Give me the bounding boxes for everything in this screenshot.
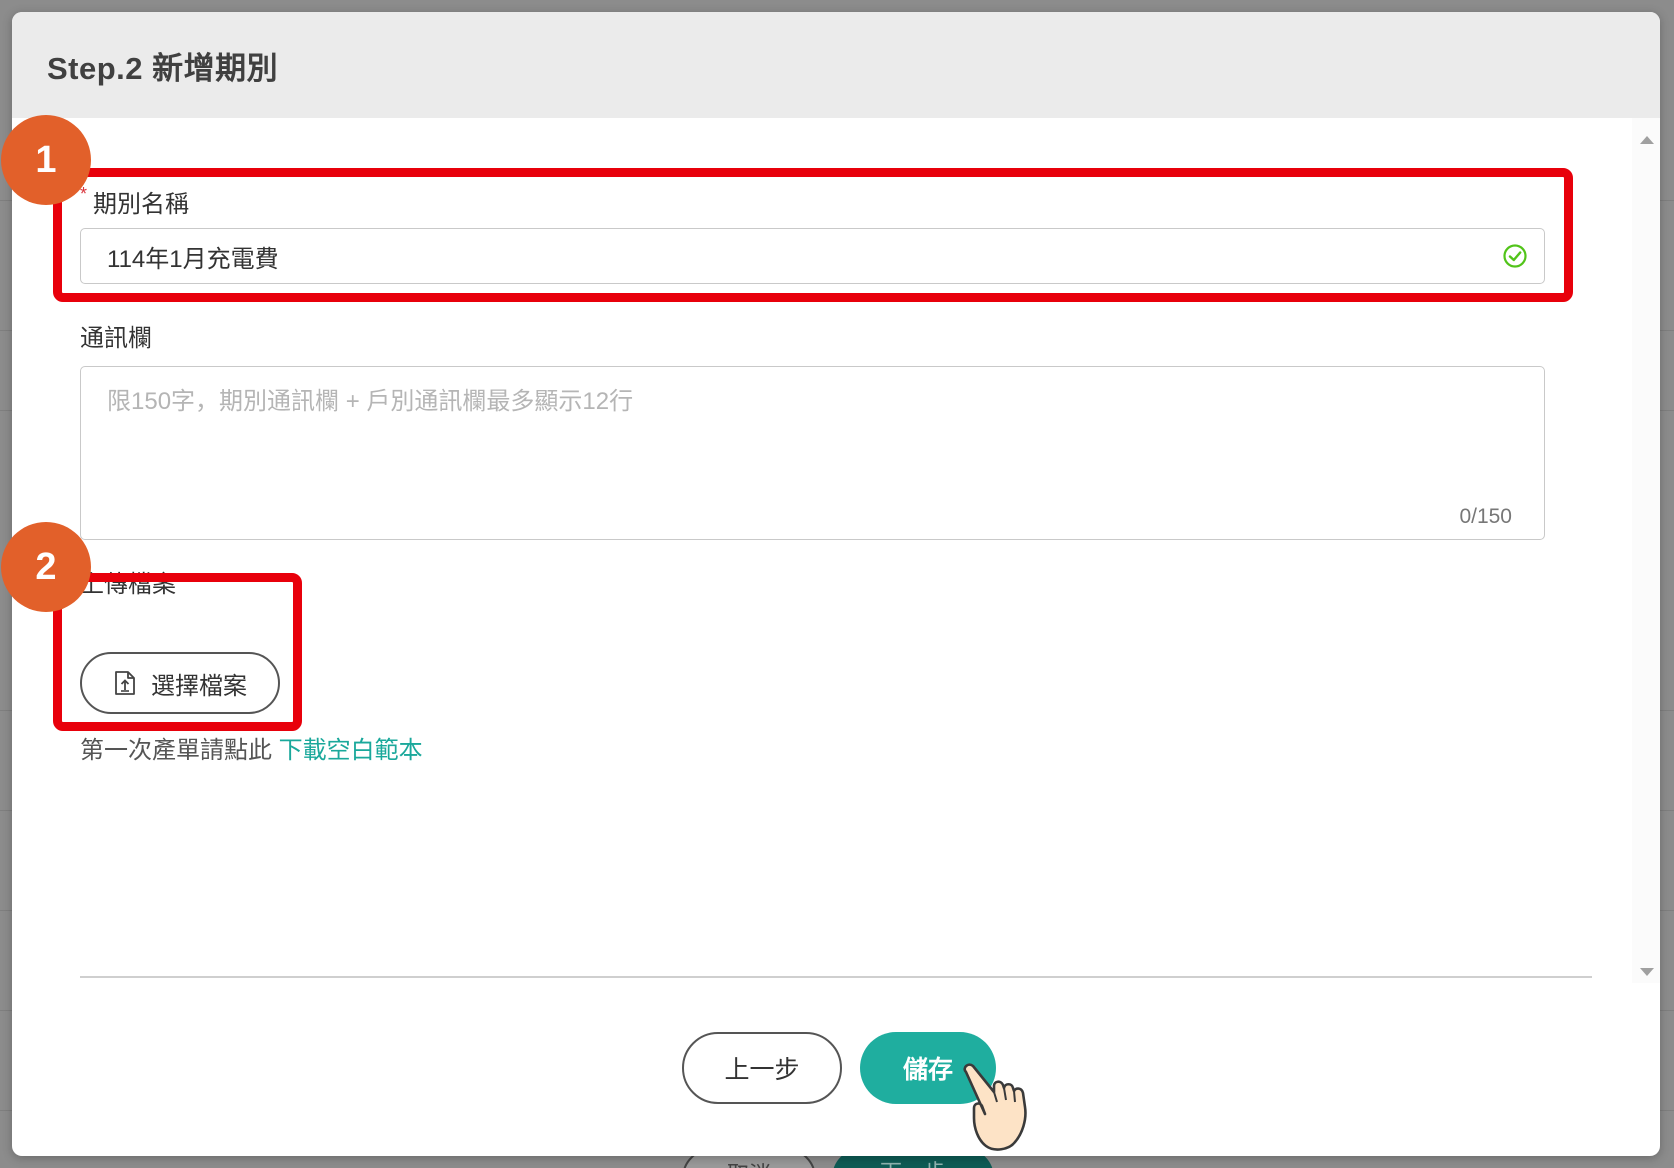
highlight-box-period-name (53, 168, 1573, 302)
modal-scrollbar[interactable] (1632, 118, 1660, 983)
modal-title: Step.2 新增期別 (47, 50, 279, 86)
pointing-hand-cursor-icon (963, 1063, 1027, 1151)
message-placeholder: 限150字，期別通訊欄 + 戶別通訊欄最多顯示12行 (107, 388, 634, 415)
scroll-up-arrow-icon[interactable] (1640, 136, 1654, 144)
character-counter: 0/150 (1459, 505, 1512, 528)
step-badge-1: 1 (1, 115, 91, 205)
template-hint-text: 第一次產單請點此 (80, 737, 279, 764)
scroll-down-arrow-icon[interactable] (1640, 968, 1654, 976)
footer-divider (80, 976, 1592, 978)
previous-step-button[interactable]: 上一步 (682, 1032, 842, 1104)
download-template-link[interactable]: 下載空白範本 (279, 737, 423, 764)
message-label: 通訊欄 (80, 325, 152, 352)
highlight-box-upload (53, 573, 302, 731)
modal-header: Step.2 新增期別 (12, 12, 1660, 118)
step-badge-2: 2 (1, 522, 91, 612)
template-hint: 第一次產單請點此 下載空白範本 (80, 730, 423, 765)
message-textarea[interactable]: 限150字，期別通訊欄 + 戶別通訊欄最多顯示12行 0/150 (80, 366, 1545, 540)
